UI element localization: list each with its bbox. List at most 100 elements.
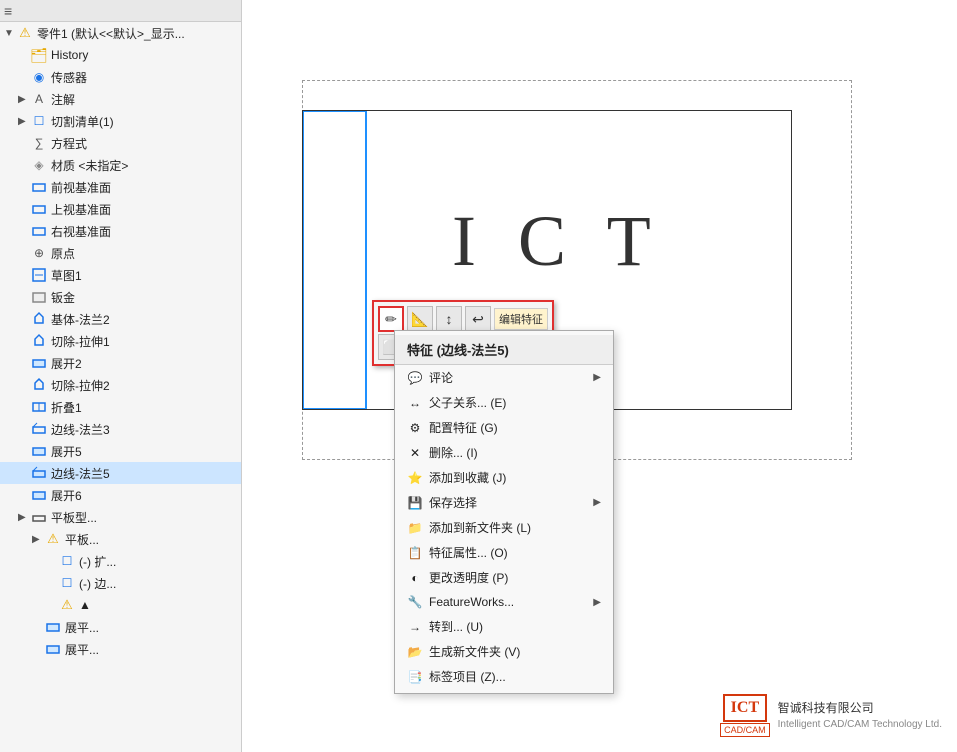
tree-item-unfold_p2[interactable]: 展平... xyxy=(0,638,242,660)
tree-label-annotation: 注解 xyxy=(51,91,75,108)
tree-label-unfold6: 展开6 xyxy=(51,487,82,504)
ctx-label-config_feature: 配置特征 (G) xyxy=(429,419,601,436)
ctx-item-delete[interactable]: ✕删除... (I) xyxy=(395,440,613,465)
smart-dim-button[interactable]: ↕ xyxy=(436,306,462,332)
tree-label-cut_extrude2: 切除-拉伸2 xyxy=(51,377,110,394)
tree-label-flat_sub: 平板... xyxy=(65,531,99,548)
watermark-logo: ICT xyxy=(723,694,767,722)
tree-item-sketch1[interactable]: 草图1 xyxy=(0,264,242,286)
tree-icon-sensor: ◉ xyxy=(30,68,48,86)
tree-item-origin[interactable]: ⊕原点 xyxy=(0,242,242,264)
tree-item-unfold_p1[interactable]: 展平... xyxy=(0,616,242,638)
expand-arrow-flat_type[interactable]: ▶ xyxy=(18,512,30,523)
tree-item-cut_extrude2[interactable]: 切除-拉伸2 xyxy=(0,374,242,396)
tree-item-unfold2[interactable]: 展开2 xyxy=(0,352,242,374)
menu-icon[interactable]: ≡ xyxy=(4,3,12,19)
tree-item-fold1[interactable]: 折叠1 xyxy=(0,396,242,418)
tree-icon-cut_extrude2 xyxy=(30,376,48,394)
tree-item-flat_type[interactable]: ▶平板型... xyxy=(0,506,242,528)
ctx-icon-feature_props: 📋 xyxy=(407,545,423,561)
tree-label-equation: 方程式 xyxy=(51,135,87,152)
ict-label: I C T xyxy=(452,200,663,283)
tree-label-base_flange2: 基体-法兰2 xyxy=(51,311,110,328)
tree-item-front_plane[interactable]: 前视基准面 xyxy=(0,176,242,198)
expand-arrow-annotation[interactable]: ▶ xyxy=(18,94,30,105)
ctx-item-add_favorite[interactable]: ⭐添加到收藏 (J) xyxy=(395,465,613,490)
ctx-item-comment[interactable]: 💬评论▶ xyxy=(395,365,613,390)
tree-icon-unfold_p2 xyxy=(44,640,62,658)
tree-item-part[interactable]: ▼⚠零件1 (默认<<默认>_显示... xyxy=(0,22,242,44)
tree-label-history: History xyxy=(51,48,88,62)
tree-item-cut_extrude1[interactable]: 切除-拉伸1 xyxy=(0,330,242,352)
ctx-item-new_folder[interactable]: 📂生成新文件夹 (V) xyxy=(395,639,613,664)
expand-arrow-cutlist[interactable]: ▶ xyxy=(18,116,30,127)
tree-icon-unfold2 xyxy=(30,354,48,372)
edit-sketch-button[interactable]: 📐 xyxy=(407,306,433,332)
ctx-item-add_to_folder[interactable]: 📁 添加到新文件夹 (L) xyxy=(395,515,613,540)
watermark-sub: CAD/CAM xyxy=(720,723,770,737)
ctx-item-goto[interactable]: →转到... (U) xyxy=(395,614,613,639)
ctx-item-tab_items[interactable]: 📑标签项目 (Z)... xyxy=(395,664,613,689)
tree-icon-sketch1 xyxy=(30,266,48,284)
tree-item-equation[interactable]: ∑方程式 xyxy=(0,132,242,154)
canvas-area: I C T ✏ 📐 ↕ ↩ 编辑特征 ⬜ ⬜ 🌐 ◱ 特征 (边线-法兰5) 💬… xyxy=(242,0,957,752)
tree-item-annotation[interactable]: ▶A注解 xyxy=(0,88,242,110)
tree-label-right_plane: 右视基准面 xyxy=(51,223,111,240)
expand-arrow-flat_sub[interactable]: ▶ xyxy=(32,534,44,545)
tree-icon-unfold_p1 xyxy=(44,618,62,636)
ctx-icon-change_transparency: ◐ xyxy=(407,570,423,586)
tree-item-history[interactable]: 🗂History xyxy=(0,44,242,66)
tree-label-front_plane: 前视基准面 xyxy=(51,179,111,196)
company-cn: 智诚科技有限公司 xyxy=(778,699,942,717)
tree-label-cut_minus2: (-) 边... xyxy=(79,575,116,592)
tree-icon-equation: ∑ xyxy=(30,134,48,152)
tree-item-material[interactable]: ◈材质 <未指定> xyxy=(0,154,242,176)
tree-item-edge_flange5[interactable]: 边线-法兰5 xyxy=(0,462,242,484)
left-panel: ≡ ▼⚠零件1 (默认<<默认>_显示...🗂History◉传感器▶A注解▶☐… xyxy=(0,0,242,752)
ctx-icon-tab_items: 📑 xyxy=(407,669,423,685)
ctx-label-comment: 评论 xyxy=(429,369,587,386)
tree-item-edge_flange3[interactable]: 边线-法兰3 xyxy=(0,418,242,440)
ctx-item-featureworks[interactable]: 🔧FeatureWorks...▶ xyxy=(395,590,613,614)
tree-item-warning_item[interactable]: ⚠▲ xyxy=(0,594,242,616)
ctx-icon-config_feature: ⚙ xyxy=(407,420,423,436)
tree-item-sensor[interactable]: ◉传感器 xyxy=(0,66,242,88)
tree-item-unfold5[interactable]: 展开5 xyxy=(0,440,242,462)
company-en: Intelligent CAD/CAM Technology Ltd. xyxy=(778,717,942,732)
ctx-icon-delete: ✕ xyxy=(407,445,423,461)
tree-item-flat_sub[interactable]: ▶⚠平板... xyxy=(0,528,242,550)
tree-item-cut_minus2[interactable]: ☐(-) 边... xyxy=(0,572,242,594)
ctx-item-parent_child[interactable]: ↔父子关系... (E) xyxy=(395,390,613,415)
tree-label-cut_minus1: (-) 扩... xyxy=(79,553,116,570)
ctx-arrow-comment: ▶ xyxy=(593,372,601,383)
ctx-label-add_to_folder: 添加到新文件夹 (L) xyxy=(429,519,601,536)
ctx-label-new_folder: 生成新文件夹 (V) xyxy=(429,643,601,660)
ctx-item-change_transparency[interactable]: ◐ 更改透明度 (P) xyxy=(395,565,613,590)
tree-label-sketch1: 草图1 xyxy=(51,267,82,284)
tree-item-cut_minus1[interactable]: ☐(-) 扩... xyxy=(0,550,242,572)
edit-feature-button[interactable]: ✏ xyxy=(378,306,404,332)
ctx-item-save_selection[interactable]: 💾保存选择▶ xyxy=(395,490,613,515)
tree-icon-warning_item: ⚠ xyxy=(58,596,76,614)
ctx-label-change_transparency: 更改透明度 (P) xyxy=(429,569,601,586)
tree-icon-base_flange2 xyxy=(30,310,48,328)
tree-icon-flat_type xyxy=(30,508,48,526)
tree-item-right_plane[interactable]: 右视基准面 xyxy=(0,220,242,242)
tree-icon-flat_sub: ⚠ xyxy=(44,530,62,548)
tree-label-edge_flange3: 边线-法兰3 xyxy=(51,421,110,438)
tree-icon-edge_flange3 xyxy=(30,420,48,438)
tree-label-part: 零件1 (默认<<默认>_显示... xyxy=(37,25,185,42)
tree-label-material: 材质 <未指定> xyxy=(51,157,128,174)
tree-item-cutlist[interactable]: ▶☐切割清单(1) xyxy=(0,110,242,132)
ctx-icon-save_selection: 💾 xyxy=(407,495,423,511)
tree-item-sheetmetal[interactable]: 钣金 xyxy=(0,286,242,308)
tree-label-unfold_p1: 展平... xyxy=(65,619,99,636)
undo-button[interactable]: ↩ xyxy=(465,306,491,332)
ctx-icon-add_to_folder: 📁 xyxy=(407,520,423,536)
ctx-item-feature_props[interactable]: 📋特征属性... (O) xyxy=(395,540,613,565)
expand-arrow-part[interactable]: ▼ xyxy=(4,28,16,39)
tree-item-top_plane[interactable]: 上视基准面 xyxy=(0,198,242,220)
ctx-item-config_feature[interactable]: ⚙ 配置特征 (G) xyxy=(395,415,613,440)
tree-item-base_flange2[interactable]: 基体-法兰2 xyxy=(0,308,242,330)
tree-item-unfold6[interactable]: 展开6 xyxy=(0,484,242,506)
